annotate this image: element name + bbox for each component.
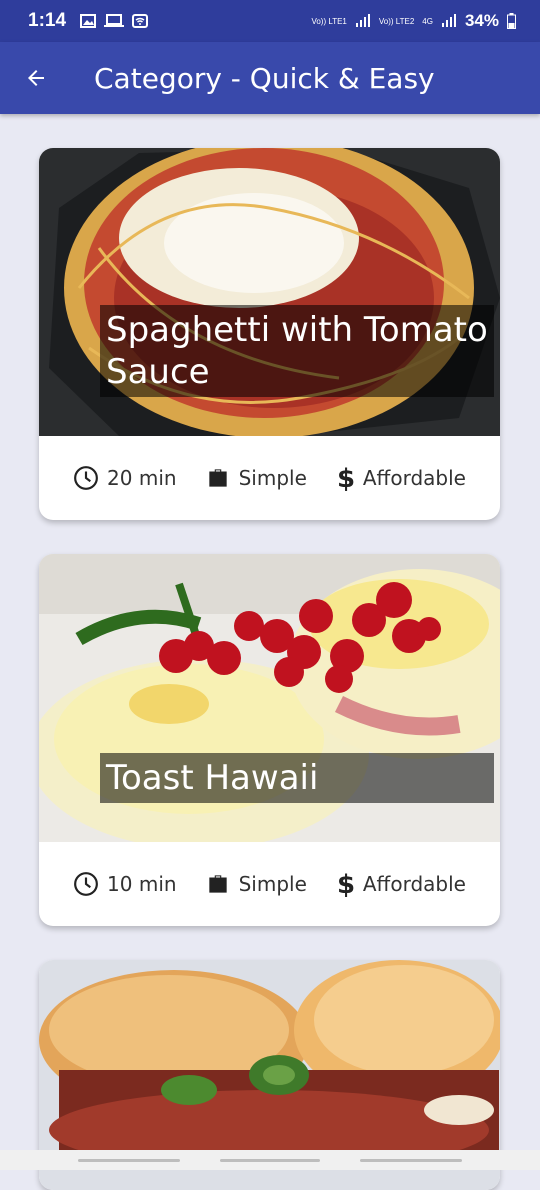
arrow-back-icon <box>28 70 44 86</box>
affordability-info: $ Affordable <box>335 464 466 492</box>
briefcase-icon <box>208 469 227 487</box>
meal-image-spaghetti: Spaghetti with Tomato Sauce <box>39 148 500 436</box>
gallery-icon <box>80 14 97 28</box>
battery-icon <box>507 13 516 29</box>
meal-meta: 10 min Simple $ Affordable <box>39 842 500 926</box>
network-label-2: Vo)) LTE2 <box>378 16 415 26</box>
meal-card[interactable]: Toast Hawaii 10 min Simple $ Affordable <box>39 554 500 926</box>
dollar-icon: $ <box>337 870 355 898</box>
status-notification-icons <box>80 14 149 28</box>
complexity-info: Simple <box>205 871 307 897</box>
svg-text:$: $ <box>337 870 355 898</box>
status-time: 1:14 <box>28 10 67 31</box>
app-bar: Category - Quick & Easy <box>0 42 540 114</box>
page-title: Category - Quick & Easy <box>94 61 435 95</box>
clock-icon <box>74 872 98 896</box>
nav-handle[interactable] <box>360 1159 462 1162</box>
complexity-info: Simple <box>205 465 307 491</box>
affordability-text: Affordable <box>362 466 466 490</box>
svg-text:$: $ <box>337 464 355 492</box>
duration-info: 20 min <box>73 465 177 491</box>
status-bar: 1:14 Vo)) LTE1 Vo)) LTE2 4G 34% <box>0 0 540 42</box>
briefcase-icon <box>208 875 227 893</box>
complexity-text: Simple <box>238 466 307 490</box>
complexity-text: Simple <box>238 872 307 896</box>
dollar-icon: $ <box>337 464 355 492</box>
status-system-icons: Vo)) LTE1 Vo)) LTE2 4G 34% <box>311 11 516 31</box>
laptop-icon <box>104 14 125 27</box>
duration-text: 10 min <box>107 872 177 896</box>
nav-handle[interactable] <box>220 1159 320 1162</box>
duration-info: 10 min <box>73 871 177 897</box>
signal-icon <box>441 14 456 27</box>
meal-title: Toast Hawaii <box>100 753 494 803</box>
wifi-icon <box>132 14 149 28</box>
nav-handle[interactable] <box>78 1159 180 1162</box>
duration-text: 20 min <box>107 466 177 490</box>
battery-percent: 34% <box>464 11 499 30</box>
affordability-text: Affordable <box>362 872 466 896</box>
meal-meta: 20 min Simple $ Affordable <box>39 436 500 520</box>
network-label-1: Vo)) LTE1 <box>311 16 347 26</box>
back-button[interactable] <box>0 42 72 114</box>
meal-image-toast: Toast Hawaii <box>39 554 500 842</box>
meal-title: Spaghetti with Tomato Sauce <box>100 305 494 397</box>
signal-icon <box>355 14 370 27</box>
affordability-info: $ Affordable <box>335 870 466 898</box>
network-label-3: 4G <box>422 16 433 26</box>
meal-card[interactable]: Spaghetti with Tomato Sauce 20 min Simpl… <box>39 148 500 520</box>
clock-icon <box>74 466 98 490</box>
